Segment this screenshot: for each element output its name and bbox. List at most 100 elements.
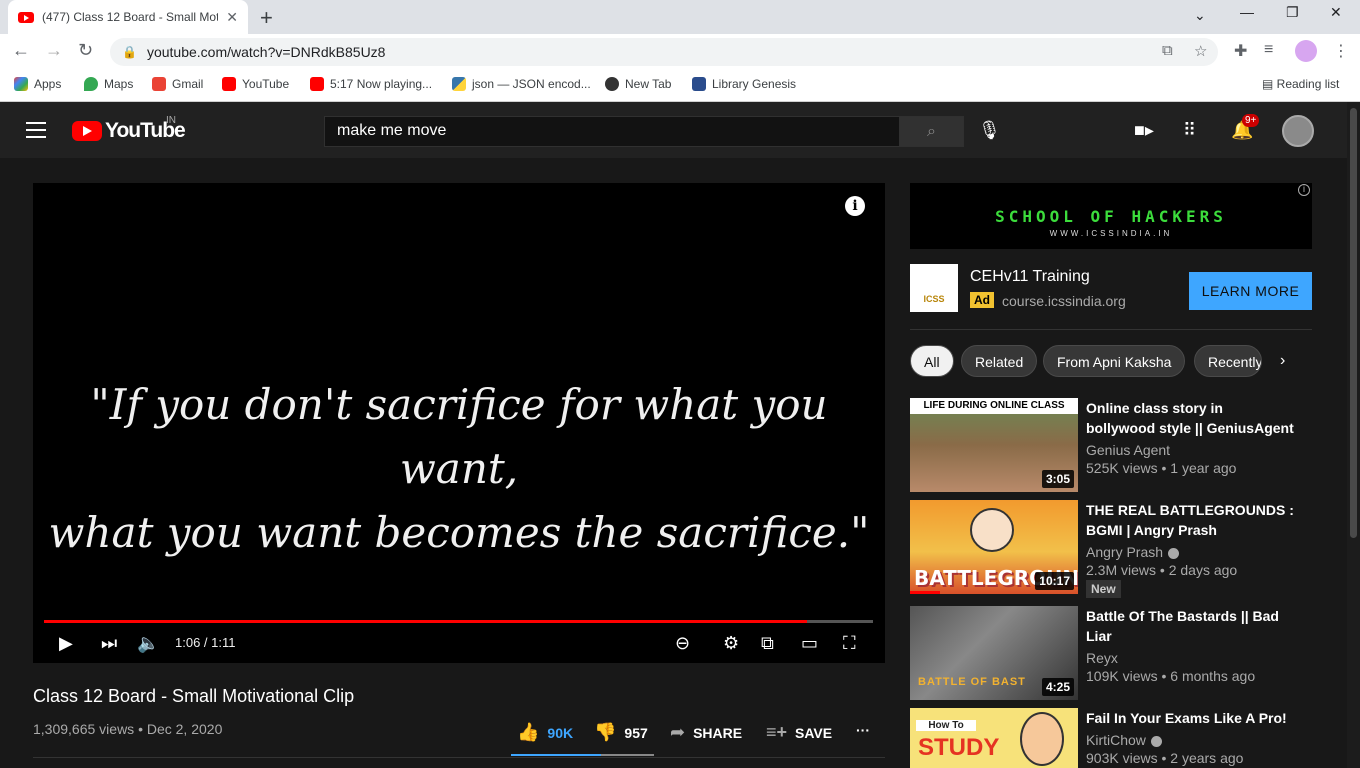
video-thumbnail[interactable]: BATTLE OF BAST 4:25 — [910, 606, 1078, 700]
channel-label: Angry Prash — [1086, 544, 1164, 560]
advertiser-logo[interactable]: ICSS — [910, 264, 958, 312]
search-button[interactable]: ⌕ — [899, 116, 964, 147]
progress-bar[interactable] — [44, 620, 873, 623]
info-icon[interactable]: i — [845, 196, 865, 216]
ad-title[interactable]: CEHv11 Training — [970, 268, 1090, 286]
chrome-menu-icon[interactable]: ⋮ — [1333, 41, 1349, 61]
gmail-icon — [152, 77, 166, 91]
channel-name[interactable]: Angry Prash — [1086, 544, 1180, 560]
share-button[interactable]: ➦ SHARE — [670, 722, 742, 743]
chip-recently[interactable]: Recently — [1194, 345, 1262, 377]
bookmark-maps[interactable]: Maps — [84, 77, 133, 91]
time-display: 1:06 / 1:11 — [175, 635, 236, 650]
learn-more-button[interactable]: LEARN MORE — [1189, 272, 1312, 310]
lock-icon: 🔒 — [122, 45, 137, 59]
youtube-logo[interactable]: YouTube IN — [72, 115, 186, 143]
reading-list-button[interactable]: ▤ Reading list — [1262, 77, 1339, 91]
like-button[interactable]: 👍 90K — [517, 722, 573, 743]
restore-icon[interactable]: ❐ — [1286, 4, 1299, 21]
apps-icon[interactable]: ⠿ — [1183, 120, 1196, 141]
chevron-right-icon[interactable]: › — [1280, 352, 1285, 370]
bookmark-star-icon[interactable]: ☆ — [1194, 42, 1207, 60]
volume-icon[interactable]: 🔈 — [137, 633, 159, 654]
recommendation-item[interactable]: How To STUDY Fail In Your Exams Like A P… — [910, 708, 1330, 768]
dislike-button[interactable]: 👎 957 — [594, 722, 648, 743]
library-icon — [692, 77, 706, 91]
verified-check-icon — [1150, 735, 1162, 747]
browser-tab-active[interactable]: (477) Class 12 Board - Small Moti ✕ — [8, 0, 248, 34]
tab-title: (477) Class 12 Board - Small Moti — [42, 10, 219, 24]
tab-search-icon[interactable]: ⌄ — [1194, 7, 1206, 24]
page-scrollbar[interactable] — [1347, 102, 1360, 768]
chip-related[interactable]: Related — [961, 345, 1038, 377]
search-input[interactable]: make me move — [324, 116, 900, 147]
tab-strip: (477) Class 12 Board - Small Moti ✕ + ⌄ … — [0, 0, 1360, 34]
open-in-app-icon[interactable]: ⧉ — [1162, 42, 1173, 59]
video-thumbnail[interactable]: BATTLEGROUNDS 10:17 — [910, 500, 1078, 594]
new-tab-icon[interactable]: + — [260, 5, 273, 31]
divider — [910, 329, 1312, 330]
scrollbar-thumb[interactable] — [1350, 108, 1357, 538]
recommendation-title[interactable]: THE REAL BATTLEGROUNDS : BGMI | Angry Pr… — [1086, 500, 1296, 540]
reload-icon[interactable]: ↻ — [78, 40, 93, 61]
microphone-icon[interactable]: 🎙 — [978, 120, 1001, 141]
recommendation-title[interactable]: Fail In Your Exams Like A Pro! — [1086, 708, 1296, 728]
settings-gear-icon[interactable]: ⚙ — [723, 633, 739, 654]
bookmark-label: YouTube — [242, 77, 290, 91]
create-video-icon[interactable]: ■▸ — [1134, 120, 1154, 141]
channel-name[interactable]: Reyx — [1086, 650, 1118, 666]
bookmark-gmail[interactable]: Gmail — [152, 77, 203, 91]
minimize-icon[interactable]: — — [1240, 4, 1254, 20]
recommendation-title[interactable]: Battle Of The Bastards || Bad Liar — [1086, 606, 1296, 646]
next-icon[interactable]: ⏭ — [101, 633, 117, 654]
fullscreen-icon[interactable]: ⛶ — [843, 633, 856, 654]
theater-mode-icon[interactable]: ▭ — [801, 633, 818, 654]
bookmark-json[interactable]: json — JSON encod... — [452, 77, 591, 91]
video-stats: 525K views • 1 year ago — [1086, 460, 1237, 476]
bookmark-youtube[interactable]: YouTube — [222, 77, 289, 91]
bookmark-label: Gmail — [172, 77, 204, 91]
autoplay-toggle-icon[interactable]: ⊖ — [675, 633, 690, 654]
account-avatar[interactable] — [1282, 115, 1314, 147]
video-player[interactable]: i "If you don't sacrifice for what you w… — [33, 183, 885, 663]
url-text: youtube.com/watch?v=DNRdkB85Uz8 — [146, 44, 386, 60]
play-icon[interactable]: ▶ — [59, 633, 73, 654]
chip-from-apni-kaksha[interactable]: From Apni Kaksha — [1043, 345, 1186, 377]
miniplayer-icon[interactable]: ⧉ — [761, 633, 774, 654]
ad-domain: course.icssindia.org — [1002, 293, 1126, 309]
share-label: SHARE — [693, 724, 743, 741]
recommendation-item[interactable]: BATTLEGROUNDS 10:17 THE REAL BATTLEGROUN… — [910, 500, 1330, 598]
thumbnail-small-caption: How To — [916, 720, 976, 731]
video-thumbnail[interactable]: LIFE DURING ONLINE CLASS 3:05 — [910, 398, 1078, 492]
window-close-icon[interactable]: ✕ — [1330, 4, 1342, 21]
bookmark-library-genesis[interactable]: Library Genesis — [692, 77, 796, 91]
save-button[interactable]: ≡+ SAVE — [766, 722, 832, 743]
watch-progress — [910, 591, 940, 594]
bookmark-apps[interactable]: Apps — [14, 77, 61, 91]
channel-name[interactable]: Genius Agent — [1086, 442, 1170, 458]
chip-all[interactable]: All — [910, 345, 954, 377]
back-icon[interactable]: ← — [12, 40, 30, 61]
recommendation-item[interactable]: BATTLE OF BAST 4:25 Battle Of The Bastar… — [910, 606, 1330, 700]
browser-toolbar: ← → ↻ 🔒 youtube.com/watch?v=DNRdkB85Uz8 … — [0, 34, 1360, 70]
recommendation-item[interactable]: LIFE DURING ONLINE CLASS 3:05 Online cla… — [910, 398, 1330, 492]
tab-close-icon[interactable]: ✕ — [226, 9, 238, 26]
ad-info-icon[interactable]: i — [1298, 184, 1310, 196]
channel-name[interactable]: KirtiChow — [1086, 732, 1162, 748]
more-dots-icon: ··· — [856, 722, 870, 738]
video-thumbnail[interactable]: How To STUDY — [910, 708, 1078, 768]
bookmark-new-tab[interactable]: New Tab — [605, 77, 671, 91]
ad-banner-title: SCHOOL OF HACKERS — [995, 207, 1227, 226]
globe-icon — [605, 77, 619, 91]
menu-icon[interactable] — [26, 122, 46, 138]
bookmark-now-playing[interactable]: 5:17 Now playing... — [310, 77, 432, 91]
ad-banner[interactable]: SCHOOL OF HACKERS WWW.ICSSINDIA.IN — [910, 183, 1312, 249]
dislike-count: 957 — [624, 724, 648, 741]
profile-avatar[interactable] — [1295, 40, 1317, 62]
extensions-icon[interactable]: ✚ — [1234, 41, 1247, 61]
forward-icon[interactable]: → — [45, 40, 63, 61]
more-actions-button[interactable]: ··· — [856, 722, 870, 738]
media-control-icon[interactable]: ≡ — [1264, 41, 1273, 59]
recommendation-title[interactable]: Online class story in bollywood style ||… — [1086, 398, 1296, 438]
address-bar[interactable]: 🔒 youtube.com/watch?v=DNRdkB85Uz8 — [110, 38, 1218, 66]
